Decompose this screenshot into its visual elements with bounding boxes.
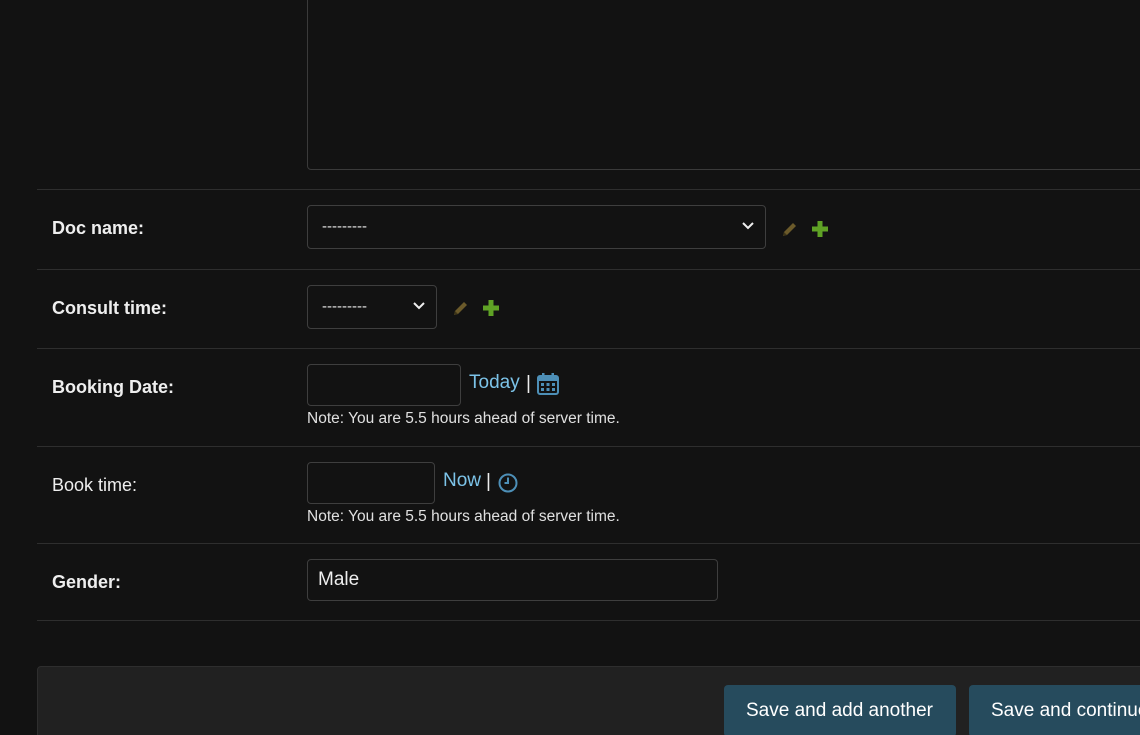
shortcut-separator: |: [526, 373, 531, 394]
calendar-icon[interactable]: [536, 372, 560, 396]
edit-consult-pencil-icon[interactable]: [451, 298, 471, 318]
add-doc-plus-icon[interactable]: [810, 219, 830, 239]
book-time-timezone-note: Note: You are 5.5 hours ahead of server …: [307, 508, 620, 525]
consult-time-selected-value: ---------: [322, 298, 367, 315]
row-divider: [37, 189, 1140, 190]
chevron-down-icon: [413, 302, 425, 310]
gender-label: Gender:: [52, 572, 122, 592]
row-divider: [37, 620, 1140, 621]
row-divider: [37, 269, 1140, 270]
book-time-input[interactable]: [307, 462, 435, 504]
description-textarea[interactable]: [307, 0, 1140, 170]
row-divider: [37, 348, 1140, 349]
save-and-add-another-button[interactable]: Save and add another: [724, 685, 956, 735]
change-form: Doc name: --------- Consult time: ------…: [0, 0, 1140, 735]
booking-date-label: Booking Date:: [52, 377, 175, 397]
today-link[interactable]: Today: [469, 372, 520, 394]
chevron-down-icon: [742, 222, 754, 230]
consult-time-label: Consult time:: [52, 298, 167, 318]
edit-doc-pencil-icon[interactable]: [780, 219, 800, 239]
add-consult-plus-icon[interactable]: [481, 298, 501, 318]
save-and-continue-editing-button[interactable]: Save and continue editing: [969, 685, 1140, 735]
gender-input[interactable]: Male: [307, 559, 718, 601]
doc-name-label: Doc name:: [52, 218, 145, 238]
booking-date-input[interactable]: [307, 364, 461, 406]
clock-icon[interactable]: [497, 472, 519, 494]
doc-name-select[interactable]: ---------: [307, 205, 766, 249]
now-link[interactable]: Now: [443, 470, 481, 492]
shortcut-separator: |: [486, 471, 491, 492]
doc-name-selected-value: ---------: [322, 218, 367, 235]
row-divider: [37, 446, 1140, 447]
book-time-label: Book time:: [52, 475, 138, 495]
booking-date-timezone-note: Note: You are 5.5 hours ahead of server …: [307, 410, 620, 427]
row-divider: [37, 543, 1140, 544]
consult-time-select[interactable]: ---------: [307, 285, 437, 329]
